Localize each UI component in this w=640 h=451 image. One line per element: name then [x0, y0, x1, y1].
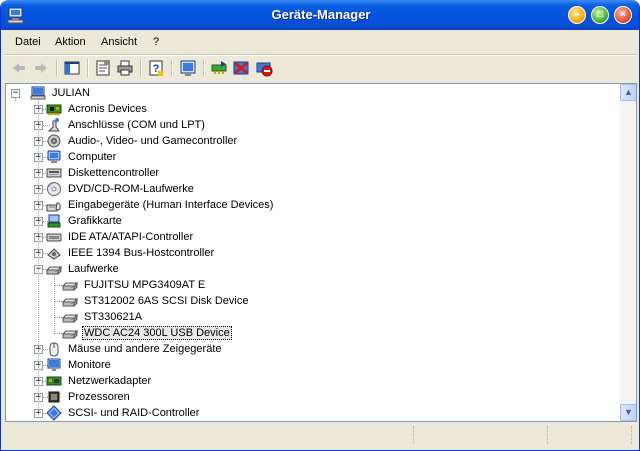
computer-tower-icon — [46, 149, 62, 165]
toolbar: ? — [5, 56, 637, 80]
tree-item-label: Prozessoren — [68, 391, 130, 403]
tree-item-label: ST330621A — [84, 311, 143, 323]
tree-connector — [38, 99, 39, 414]
scsi-controller-icon — [46, 405, 62, 421]
properties-icon — [96, 60, 110, 76]
toolbar-separator — [171, 59, 173, 77]
tree-connector — [54, 275, 55, 334]
scan-hardware-button[interactable] — [178, 58, 198, 78]
status-bar — [5, 424, 637, 447]
tree-item-label: Monitore — [68, 359, 111, 371]
scroll-down-icon: ▼ — [624, 407, 633, 417]
update-driver-button[interactable] — [209, 58, 229, 78]
mouse-icon — [46, 341, 62, 357]
status-cell-main — [5, 426, 414, 444]
maximize-button[interactable]: □ — [591, 6, 609, 24]
firewire-icon — [46, 245, 62, 261]
vertical-scrollbar[interactable]: ▲ ▼ — [620, 84, 636, 421]
disk-drive-icon — [45, 261, 63, 277]
display-adapter-icon — [46, 213, 62, 229]
status-cell-3 — [549, 426, 632, 444]
window-title: Geräte-Manager — [271, 7, 371, 22]
toolbar-separator — [56, 59, 58, 77]
tree-item-label: Grafikkarte — [68, 215, 122, 227]
minimize-icon: – — [574, 9, 580, 20]
computer-icon — [30, 85, 46, 101]
port-connector-icon — [46, 117, 62, 133]
tree-item-label: Audio-, Video- und Gamecontroller — [68, 135, 238, 147]
show-hide-console-tree-button[interactable] — [62, 58, 82, 78]
network-adapter-icon — [46, 373, 62, 389]
tree-item-label: Mäuse und andere Zeigegeräte — [68, 343, 222, 355]
help-button[interactable]: ? — [146, 58, 166, 78]
hid-icon — [46, 197, 62, 213]
scroll-up-icon: ▲ — [624, 87, 633, 97]
scroll-up-button[interactable]: ▲ — [620, 84, 636, 101]
floppy-controller-icon — [46, 165, 62, 181]
processor-icon — [46, 389, 62, 405]
tree-item-label: Netzwerkadapter — [68, 375, 152, 387]
back-button[interactable] — [9, 58, 29, 78]
tree-item-label: WDC AC24 300L USB Device — [82, 326, 232, 340]
arrow-right-icon — [35, 63, 47, 73]
tree-item-label: Diskettencontroller — [68, 167, 160, 179]
minimize-button[interactable]: – — [568, 6, 586, 24]
device-tree[interactable]: − + + + + + + + + + + − + + + + + JULIAN Acronis Devices A… — [5, 83, 637, 422]
tree-connector — [15, 98, 16, 101]
uninstall-icon — [233, 61, 249, 75]
device-manager-window: Geräte-Manager – □ × Datei Aktion Ansich… — [0, 0, 640, 451]
menu-datei[interactable]: Datei — [15, 36, 41, 48]
disk-drive-icon — [61, 293, 79, 309]
tree-item-label: FUJITSU MPG3409AT E — [84, 279, 206, 291]
tree-item-label: Computer — [68, 151, 117, 163]
menu-ansicht[interactable]: Ansicht — [101, 36, 137, 48]
print-button[interactable] — [115, 58, 135, 78]
printer-icon — [117, 60, 133, 76]
tree-item-label: ST312002 6AS SCSI Disk Device — [84, 295, 249, 307]
tree-item-label: IEEE 1394 Bus-Hostcontroller — [68, 247, 215, 259]
disable-button[interactable] — [254, 58, 274, 78]
disk-drive-icon — [61, 309, 79, 325]
tree-item-label: IDE ATA/ATAPI-Controller — [68, 231, 194, 243]
toolbar-separator — [140, 59, 142, 77]
collapse-icon[interactable]: − — [11, 89, 20, 98]
tree-item-label: Laufwerke — [68, 263, 119, 275]
tree-item-label: Acronis Devices — [68, 103, 147, 115]
tree-item-label: Anschlüsse (COM und LPT) — [68, 119, 205, 131]
disk-drive-icon — [61, 325, 79, 341]
menu-bar: Datei Aktion Ansicht ? — [5, 33, 637, 53]
arrow-left-icon — [13, 63, 25, 73]
forward-button[interactable] — [31, 58, 51, 78]
tree-item-label: Eingabegeräte (Human Interface Devices) — [68, 199, 274, 211]
maximize-icon: □ — [596, 9, 604, 20]
ide-controller-icon — [46, 229, 62, 245]
toolbar-separator — [87, 59, 89, 77]
tree-item-label: SCSI- und RAID-Controller — [68, 407, 200, 419]
status-cell-2 — [415, 426, 548, 444]
menu-help[interactable]: ? — [153, 36, 159, 48]
chip-board-icon — [46, 101, 62, 117]
cd-drive-icon — [46, 181, 62, 197]
scan-hardware-icon — [180, 60, 196, 76]
properties-button[interactable] — [93, 58, 113, 78]
disable-icon — [256, 62, 273, 77]
monitor-icon — [46, 357, 62, 373]
close-icon: × — [620, 9, 626, 20]
scroll-down-button[interactable]: ▼ — [620, 404, 636, 421]
close-button[interactable]: × — [614, 6, 632, 24]
tree-item-label: JULIAN — [52, 87, 90, 99]
uninstall-button[interactable] — [231, 58, 251, 78]
console-tree-icon — [64, 61, 80, 75]
tree-item-label: DVD/CD-ROM-Laufwerke — [68, 183, 194, 195]
speaker-icon — [46, 133, 62, 149]
menu-aktion[interactable]: Aktion — [55, 36, 86, 48]
disk-drive-icon — [61, 277, 79, 293]
update-driver-icon — [211, 61, 227, 74]
toolbar-separator — [203, 59, 205, 77]
help-icon: ? — [149, 60, 163, 76]
title-bar[interactable]: Geräte-Manager – □ × — [1, 0, 639, 30]
